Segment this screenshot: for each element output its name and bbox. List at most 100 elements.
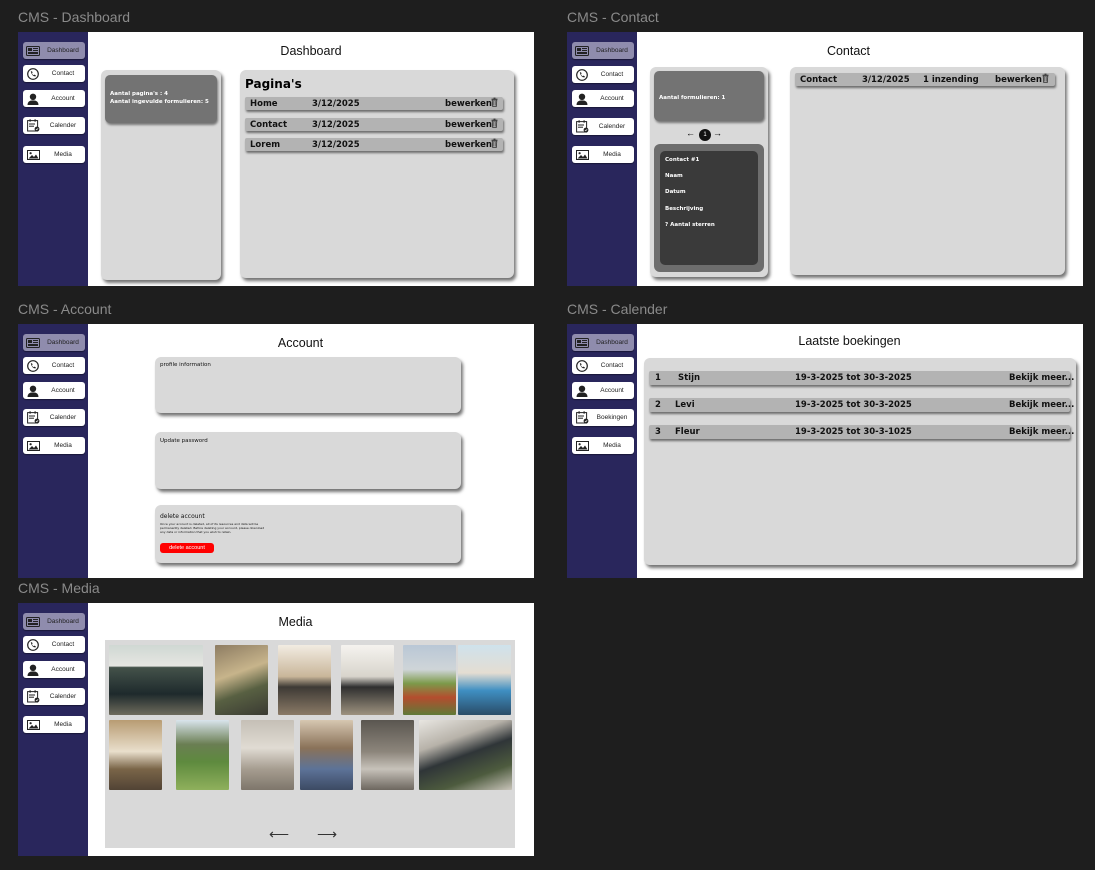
edit-link[interactable]: bewerken [995, 75, 1042, 85]
calender-frame: Dashboard Contact Account Boekingen Medi… [567, 324, 1083, 578]
table-row[interactable]: Lorem 3/12/2025 bewerken [245, 137, 503, 151]
nav-account[interactable]: Account [572, 90, 634, 107]
photo-bathroom[interactable] [361, 720, 414, 790]
photo-living-room[interactable] [215, 645, 268, 715]
image-icon [25, 719, 41, 730]
image-icon [25, 440, 41, 451]
pages-heading: Pagina's [245, 77, 302, 91]
nav-media[interactable]: Media [23, 716, 85, 733]
user-icon [574, 93, 590, 105]
nav-account[interactable]: Account [23, 382, 85, 399]
delete-account-button[interactable]: delete account [160, 543, 214, 553]
nav-calender[interactable]: Calender [23, 688, 85, 705]
sidebar: Dashboard Contact Account Boekingen Medi… [567, 324, 637, 578]
nav-media[interactable]: Media [23, 146, 85, 163]
stats-card: Aantal pagina's : 4 Aantal ingevulde for… [105, 75, 217, 123]
dashboard-icon [25, 616, 41, 627]
table-row[interactable]: 3 Fleur 19-3-2025 tot 30-3-1025 Bekijk m… [649, 425, 1074, 439]
nav-account[interactable]: Account [23, 661, 85, 678]
sidebar: Dashboard Contact Account Calender Media [18, 32, 88, 286]
delete-description: Once your account is deleted, all of its… [160, 522, 265, 534]
frame-title-account: CMS - Account [18, 301, 112, 317]
nav-dashboard[interactable]: Dashboard [23, 613, 85, 630]
next-arrow[interactable]: ⟶ [317, 826, 337, 843]
nav-dashboard[interactable]: Dashboard [572, 334, 634, 351]
table-row[interactable]: Contact 3/12/2025 1 inzending bewerken [795, 72, 1055, 86]
nav-boekingen[interactable]: Boekingen [572, 409, 634, 426]
nav-media[interactable]: Media [572, 146, 634, 163]
phone-icon [25, 638, 41, 651]
dashboard-icon [574, 45, 590, 56]
photo-living-fireplace[interactable] [300, 720, 353, 790]
phone-icon [574, 68, 590, 81]
photo-garden-terrace[interactable] [419, 720, 512, 790]
nav-account[interactable]: Account [23, 90, 85, 107]
table-row[interactable]: 1 Stijn 19-3-2025 tot 30-3-2025 Bekijk m… [649, 371, 1074, 385]
nav-contact[interactable]: Contact [23, 65, 85, 82]
phone-icon [25, 359, 41, 372]
photo-garden[interactable] [403, 645, 456, 715]
view-more-link[interactable]: Bekijk meer... [1009, 400, 1074, 410]
card-date: Datum [665, 189, 686, 195]
nav-contact[interactable]: Contact [572, 357, 634, 374]
photo-shower[interactable] [241, 720, 294, 790]
photo-garden-lawn[interactable] [176, 720, 229, 790]
pager-page[interactable]: 1 [699, 129, 711, 141]
trash-icon[interactable] [491, 117, 498, 131]
phone-icon [574, 359, 590, 372]
edit-link[interactable]: bewerken [445, 99, 492, 109]
pager-next[interactable]: → [713, 128, 722, 138]
table-row[interactable]: Contact 3/12/2025 bewerken [245, 117, 503, 131]
trash-icon[interactable] [1042, 72, 1049, 86]
user-icon [25, 93, 41, 105]
dashboard-icon [574, 337, 590, 348]
page-title: Contact [826, 44, 871, 58]
nav-dashboard[interactable]: Dashboard [23, 334, 85, 351]
nav-contact[interactable]: Contact [23, 636, 85, 653]
table-row[interactable]: 2 Levi 19-3-2025 tot 30-3-2025 Bekijk me… [649, 398, 1074, 412]
trash-icon[interactable] [491, 137, 498, 151]
nav-contact[interactable]: Contact [572, 66, 634, 83]
sidebar: Dashboard Contact Account Calender Media [567, 32, 637, 286]
password-label: Update password [160, 438, 208, 444]
frame-title-calender: CMS - Calender [567, 301, 668, 317]
image-icon [574, 149, 590, 160]
nav-calender[interactable]: Calender [23, 409, 85, 426]
prev-arrow[interactable]: ⟵ [269, 826, 289, 843]
nav-media[interactable]: Media [572, 437, 634, 454]
photo-bedroom-loft[interactable] [109, 720, 162, 790]
calendar-icon [25, 119, 41, 132]
page-title: Laatste boekingen [798, 334, 901, 348]
photo-dining-table[interactable] [278, 645, 331, 715]
nav-media[interactable]: Media [23, 437, 85, 454]
table-row[interactable]: Home 3/12/2025 bewerken [245, 96, 503, 110]
photo-house-exterior[interactable] [109, 645, 203, 715]
trash-icon[interactable] [491, 96, 498, 110]
photo-dining-corner[interactable] [341, 645, 394, 715]
nav-account[interactable]: Account [572, 382, 634, 399]
edit-link[interactable]: bewerken [445, 120, 492, 130]
contact-card[interactable]: Contact #1 Naam Datum Beschrijving ? Aan… [660, 151, 758, 265]
edit-link[interactable]: bewerken [445, 140, 492, 150]
nav-contact[interactable]: Contact [23, 357, 85, 374]
nav-dashboard[interactable]: Dashboard [23, 42, 85, 59]
stats-forms: Aantal ingevulde formulieren: 5 [110, 99, 209, 105]
profile-panel[interactable]: profile information [155, 357, 461, 413]
profile-label: profile information [160, 362, 211, 368]
dashboard-icon [25, 45, 41, 56]
nav-calender[interactable]: Calender [572, 118, 634, 135]
view-more-link[interactable]: Bekijk meer... [1009, 373, 1074, 383]
card-description: Beschrijving [665, 206, 704, 212]
nav-dashboard[interactable]: Dashboard [572, 42, 634, 59]
photo-kitchen[interactable] [458, 645, 511, 715]
password-panel[interactable]: Update password [155, 432, 461, 489]
pages-panel: Pagina's Home 3/12/2025 bewerken Contact… [240, 70, 514, 278]
forms-count: Aantal formulieren: 1 [659, 95, 726, 101]
card-wrapper: Contact #1 Naam Datum Beschrijving ? Aan… [654, 144, 764, 272]
view-more-link[interactable]: Bekijk meer... [1009, 427, 1074, 437]
phone-icon [25, 67, 41, 80]
pager-prev[interactable]: ← [686, 128, 695, 138]
page-title: Dashboard [280, 44, 342, 58]
frame-title-contact: CMS - Contact [567, 9, 659, 25]
nav-calender[interactable]: Calender [23, 117, 85, 134]
